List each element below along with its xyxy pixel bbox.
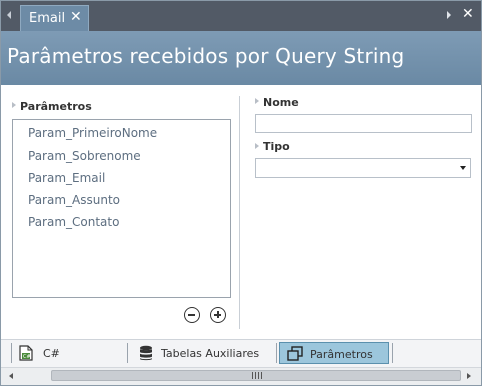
panel-divider[interactable] bbox=[239, 96, 240, 329]
scroll-right-icon[interactable] bbox=[467, 373, 471, 379]
horizontal-scrollbar[interactable] bbox=[1, 367, 481, 385]
svg-text:C#: C# bbox=[23, 354, 31, 360]
name-input[interactable] bbox=[255, 114, 472, 133]
grip-icon bbox=[252, 372, 262, 379]
page-header: Parâmetros recebidos por Query String bbox=[1, 31, 481, 85]
remove-parameter-button[interactable] bbox=[184, 307, 200, 323]
bottom-tab-label: C# bbox=[43, 347, 60, 360]
list-item[interactable]: Param_Sobrenome bbox=[28, 149, 141, 163]
close-icon[interactable]: ✕ bbox=[70, 9, 82, 25]
editor-window: Email ✕ ✕ Parâmetros recebidos por Query… bbox=[0, 0, 482, 386]
bottom-tab-csharp[interactable]: C# C# bbox=[15, 342, 123, 364]
close-window-icon[interactable]: ✕ bbox=[462, 6, 474, 22]
name-label: Nome bbox=[263, 96, 299, 109]
bottom-tab-parameters[interactable]: Parâmetros bbox=[279, 342, 389, 364]
list-item[interactable]: Param_Email bbox=[28, 171, 105, 185]
tab-email[interactable]: Email ✕ bbox=[20, 5, 89, 31]
type-label: Tipo bbox=[263, 140, 290, 153]
list-item[interactable]: Param_Contato bbox=[28, 215, 119, 229]
windows-stack-icon bbox=[287, 346, 303, 361]
tab-label: Email bbox=[29, 11, 66, 26]
parameters-label: Parâmetros bbox=[20, 100, 92, 113]
tab-strip: Email ✕ ✕ bbox=[1, 1, 481, 31]
scroll-tabs-right-icon[interactable] bbox=[447, 11, 451, 19]
bottom-tab-label: Tabelas Auxiliares bbox=[161, 347, 260, 360]
bottom-tab-auxiliary-tables[interactable]: Tabelas Auxiliares bbox=[131, 342, 273, 364]
scrollbar-thumb[interactable] bbox=[51, 370, 461, 381]
chevron-down-icon bbox=[460, 166, 466, 170]
minus-icon bbox=[188, 314, 195, 316]
scroll-left-icon[interactable] bbox=[9, 373, 13, 379]
csharp-file-icon: C# bbox=[19, 345, 33, 361]
scroll-tabs-left-icon[interactable] bbox=[7, 11, 11, 19]
section-triangle-icon bbox=[255, 98, 259, 104]
page-title: Parâmetros recebidos por Query String bbox=[7, 44, 405, 68]
section-triangle-icon bbox=[12, 102, 16, 108]
bottom-tab-label: Parâmetros bbox=[310, 348, 373, 361]
add-parameter-button[interactable] bbox=[210, 307, 226, 323]
list-item[interactable]: Param_Assunto bbox=[28, 193, 120, 207]
database-icon bbox=[140, 345, 152, 361]
list-item[interactable]: Param_PrimeiroNome bbox=[28, 126, 157, 140]
type-select[interactable] bbox=[255, 158, 471, 178]
section-triangle-icon bbox=[255, 143, 259, 149]
bottom-tab-bar: C# C# Tabelas Auxiliares Parâmetros bbox=[1, 339, 481, 367]
parameters-list[interactable]: Param_PrimeiroNome Param_Sobrenome Param… bbox=[12, 119, 231, 298]
